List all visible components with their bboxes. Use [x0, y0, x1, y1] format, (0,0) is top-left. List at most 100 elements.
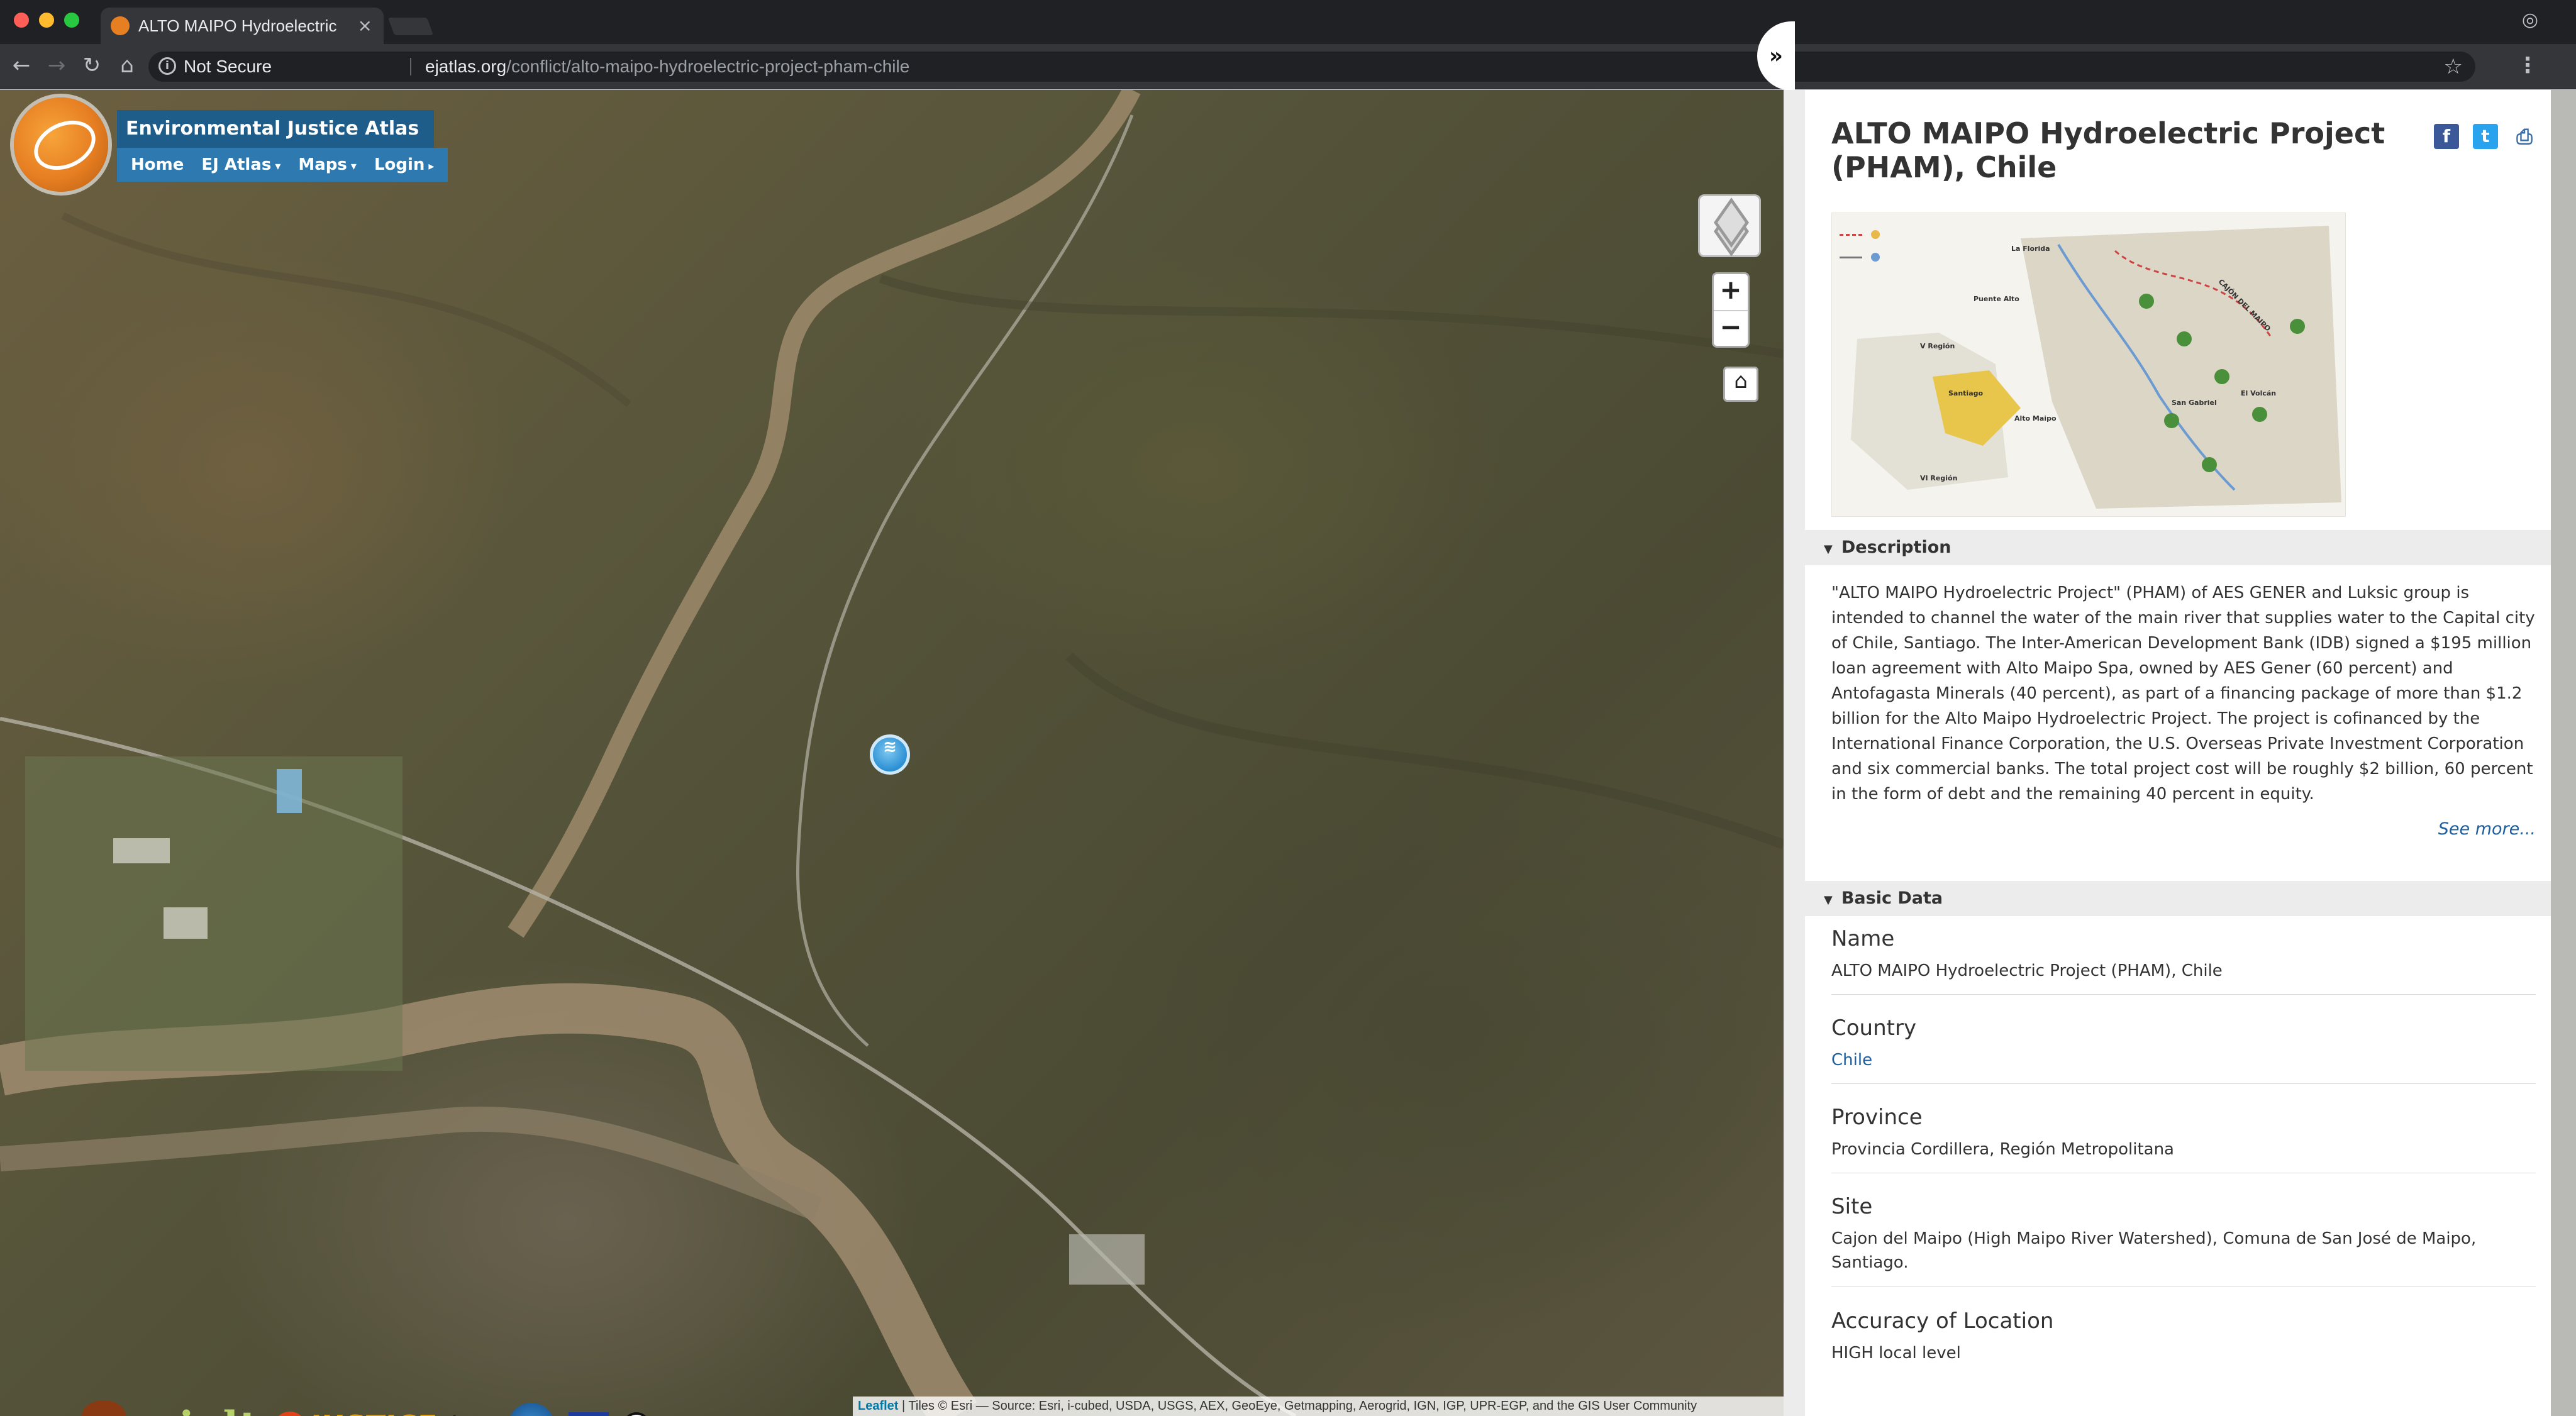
divider — [1831, 1083, 2536, 1084]
caret-right-icon: ▸ — [428, 160, 435, 173]
field-label: Province — [1831, 1105, 1923, 1130]
thumbnail-map-legend — [1840, 223, 1972, 268]
nav-maps-label: Maps — [298, 155, 347, 174]
nav-ej-atlas[interactable]: EJ Atlas ▾ — [201, 155, 280, 174]
conflict-detail-panel: ALTO MAIPO Hydroelectric Project (PHAM),… — [1784, 90, 2551, 1416]
home-icon[interactable]: ⌂ — [113, 52, 141, 79]
nav-home[interactable]: Home — [131, 155, 184, 174]
browser-tab-bar: ALTO MAIPO Hydroelectric Pro × ◎ — [0, 0, 2576, 44]
field-label: Name — [1831, 926, 1895, 951]
url-separator — [410, 58, 411, 75]
tree-logo — [63, 1398, 138, 1416]
zoom-out-button[interactable]: − — [1714, 310, 1748, 346]
field-label: Country — [1831, 1015, 1917, 1041]
url-domain: ejatlas.org — [425, 57, 507, 76]
tab-close-icon[interactable]: × — [358, 15, 372, 36]
description-text: "ALTO MAIPO Hydroelectric Project" (PHAM… — [1831, 584, 2535, 804]
map-label: Santiago — [1948, 389, 1984, 397]
address-bar[interactable]: i Not Secure ejatlas.org/conflict/alto-m… — [148, 52, 2475, 82]
partner-logos: ejolt JUSTICE icta cc — [63, 1398, 664, 1416]
favicon-icon — [111, 16, 130, 35]
description-header-label: Description — [1841, 538, 1951, 557]
url-text: ejatlas.org/conflict/alto-maipo-hydroele… — [425, 57, 909, 77]
see-more-link[interactable]: See more... — [2438, 819, 2536, 839]
bookmark-star-icon[interactable]: ☆ — [2444, 54, 2463, 79]
site-nav: Home EJ Atlas ▾ Maps ▾ Login ▸ — [117, 148, 448, 182]
dam-conflict-marker-icon[interactable]: ≋ — [870, 734, 910, 775]
legend-proposed-dot — [1871, 230, 1880, 239]
chevron-down-icon: ▼ — [1824, 893, 1833, 907]
envjustice-logo: JUSTICE — [273, 1409, 438, 1416]
field-value: Provincia Cordillera, Región Metropolita… — [1831, 1140, 2174, 1159]
icta-logo: icta — [452, 1410, 494, 1416]
map-label: San Gabriel — [2172, 399, 2217, 407]
browser-menu-icon[interactable]: ⋮ — [2517, 53, 2538, 78]
description-section-header[interactable]: ▼ Description — [1805, 530, 2551, 565]
nav-login-label: Login — [374, 155, 425, 174]
incognito-icon: ◎ — [2521, 9, 2538, 31]
chevron-down-icon: ▼ — [1824, 543, 1833, 556]
back-button[interactable]: ← — [8, 52, 35, 79]
map-label: VI Región — [1920, 474, 1958, 482]
map-label: Alto Maipo — [2014, 414, 2057, 423]
conflict-title: ALTO MAIPO Hydroelectric Project (PHAM),… — [1831, 116, 2385, 184]
reload-button[interactable]: ↻ — [78, 52, 106, 79]
globe-logo — [508, 1403, 555, 1416]
panel-scrollbar[interactable] — [2551, 90, 2576, 1416]
creative-commons-icon: cc — [623, 1412, 651, 1416]
field-name: Name ALTO MAIPO Hydroelectric Project (P… — [1831, 925, 2536, 995]
browser-toolbar: ← → ↻ ⌂ i Not Secure ejatlas.org/conflic… — [0, 44, 2576, 89]
nav-login[interactable]: Login ▸ — [374, 155, 435, 174]
window-maximize-button[interactable] — [64, 13, 79, 28]
eu-flag-logo — [569, 1412, 609, 1416]
map-attribution: Leaflet | Tiles © Esri — Source: Esri, i… — [853, 1397, 1784, 1416]
conflict-location-map-image[interactable]: La Florida Puente Alto Santiago Alto Mai… — [1831, 213, 2346, 517]
security-label: Not Secure — [184, 57, 272, 76]
field-value: ALTO MAIPO Hydroelectric Project (PHAM),… — [1831, 961, 2223, 980]
twitter-share-icon[interactable]: t — [2473, 124, 2498, 149]
facebook-share-icon[interactable]: f — [2434, 124, 2459, 149]
window-close-button[interactable] — [14, 13, 29, 28]
window-minimize-button[interactable] — [39, 13, 54, 28]
zoom-in-button[interactable]: + — [1714, 274, 1748, 310]
field-label: Site — [1831, 1194, 1873, 1219]
map-label: V Región — [1920, 342, 1955, 350]
new-tab-button[interactable] — [387, 18, 434, 35]
zoom-control: + − — [1712, 272, 1750, 348]
field-province: Province Provincia Cordillera, Región Me… — [1831, 1103, 2536, 1173]
legend-road-line — [1840, 256, 1862, 258]
ejolt-logo: ejolt — [152, 1403, 259, 1416]
forward-button[interactable]: → — [43, 52, 70, 79]
browser-tab[interactable]: ALTO MAIPO Hydroelectric Pro × — [101, 8, 384, 44]
field-accuracy: Accuracy of Location HIGH local level — [1831, 1307, 2536, 1365]
map-home-button[interactable]: ⌂ — [1723, 367, 1758, 402]
caret-down-icon: ▾ — [350, 160, 357, 173]
field-site: Site Cajon del Maipo (High Maipo River W… — [1831, 1193, 2536, 1286]
site-title[interactable]: Environmental Justice Atlas — [117, 110, 435, 148]
info-icon[interactable]: i — [158, 57, 176, 75]
nav-maps[interactable]: Maps ▾ — [298, 155, 357, 174]
caret-down-icon: ▾ — [275, 160, 281, 173]
legend-existing-dot — [1871, 253, 1880, 262]
layers-icon-top — [1714, 197, 1749, 248]
url-path: /conflict/alto-maipo-hydroelectric-proje… — [506, 57, 910, 76]
divider — [1831, 994, 2536, 995]
tab-title: ALTO MAIPO Hydroelectric Pro — [138, 16, 340, 35]
field-value: HIGH local level — [1831, 1344, 1961, 1363]
map-label: El Volcán — [2241, 389, 2277, 397]
legend-tunnel-line — [1840, 233, 1862, 236]
leaflet-link[interactable]: Leaflet — [858, 1399, 898, 1413]
layers-control-button[interactable] — [1698, 194, 1761, 257]
map-view[interactable]: Environmental Justice Atlas Home EJ Atla… — [0, 90, 1784, 1416]
basic-data-header-label: Basic Data — [1841, 888, 1943, 908]
field-value: Cajon del Maipo (High Maipo River Waters… — [1831, 1229, 2477, 1272]
country-link[interactable]: Chile — [1831, 1048, 2536, 1072]
attribution-text: | Tiles © Esri — Source: Esri, i-cubed, … — [898, 1399, 1697, 1413]
print-icon[interactable]: ⎙ — [2512, 124, 2537, 149]
map-label: La Florida — [2011, 245, 2050, 253]
nav-ej-atlas-label: EJ Atlas — [201, 155, 272, 174]
field-country: Country Chile — [1831, 1014, 2536, 1084]
ejatlas-globe-logo[interactable] — [14, 97, 108, 192]
map-label: Puente Alto — [1974, 295, 2019, 303]
basic-data-section-header[interactable]: ▼ Basic Data — [1805, 881, 2551, 916]
